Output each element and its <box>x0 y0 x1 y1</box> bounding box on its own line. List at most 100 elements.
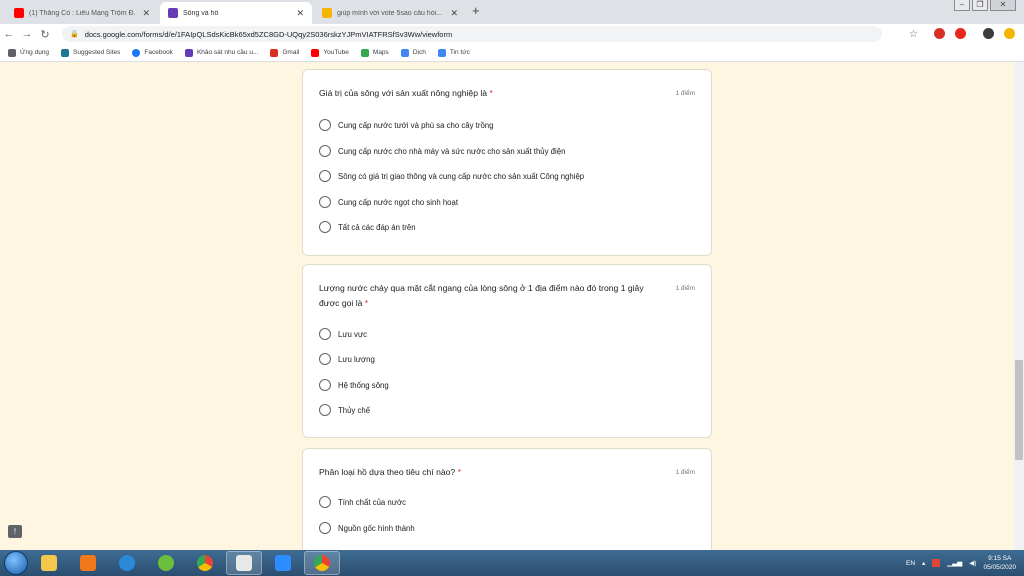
taskbar-coccoc[interactable] <box>148 551 184 575</box>
maps-icon <box>360 48 369 57</box>
bookmark-label: YouTube <box>323 49 349 56</box>
scrollbar-thumb[interactable] <box>1015 360 1023 460</box>
question-card: Lượng nước chảy qua mặt cắt ngang của lò… <box>302 264 712 438</box>
volume-icon[interactable]: ◀) <box>969 559 976 567</box>
radio-option[interactable]: Sông có giá trị giao thông và cung cấp n… <box>319 170 584 182</box>
close-icon[interactable]: ✕ <box>450 8 458 19</box>
radio-button[interactable] <box>319 170 331 182</box>
start-button[interactable] <box>4 551 28 575</box>
radio-option[interactable]: Cung cấp nước cho nhà máy và sức nước ch… <box>319 145 565 157</box>
browser-toolbar: ← → ↻ 🔒 docs.google.com/forms/d/e/1FAIpQ… <box>0 24 1024 44</box>
bookmark-star-icon[interactable]: ☆ <box>909 29 918 40</box>
youtube-icon <box>311 48 320 57</box>
radio-option[interactable]: Cung cấp nước tưới và phù sa cho cây trồ… <box>319 119 493 131</box>
bookmark-label: Tin tức <box>449 49 470 56</box>
points-label: 1 điểm <box>675 90 695 97</box>
url-text: docs.google.com/forms/d/e/1FAIpQLSdsKicB… <box>84 29 453 39</box>
close-icon[interactable]: ✕ <box>296 8 304 19</box>
forms-icon <box>168 8 178 18</box>
extension-opera-icon[interactable] <box>955 28 966 39</box>
restore-icon[interactable]: ❐ <box>972 0 988 11</box>
radio-button[interactable] <box>319 119 331 131</box>
radio-option[interactable]: Nguồn gốc hình thành <box>319 522 415 534</box>
bing-icon <box>61 48 70 57</box>
question-title: Lượng nước chảy qua mặt cắt ngang của lò… <box>319 281 664 311</box>
taskbar-media-player[interactable] <box>70 551 106 575</box>
bookmark-youtube[interactable]: YouTube <box>311 48 349 57</box>
scrollbar[interactable] <box>1014 62 1024 550</box>
network-icon[interactable]: ▁▃▅ <box>947 559 962 567</box>
radio-button[interactable] <box>319 522 331 534</box>
points-label: 1 điểm <box>675 469 695 476</box>
radio-button[interactable] <box>319 221 331 233</box>
taskbar: EN ▴ ▁▃▅ ◀) 9:15 SA 05/05/2020 <box>0 550 1024 576</box>
folder-icon <box>41 555 57 571</box>
taskbar-zoom[interactable] <box>265 551 301 575</box>
taskbar-chrome-active[interactable] <box>304 551 340 575</box>
chrome-icon <box>314 555 330 571</box>
option-label: Cung cấp nước cho nhà máy và sức nước ch… <box>338 146 566 156</box>
required-mark: * <box>457 467 461 477</box>
minimize-icon[interactable]: – <box>954 0 970 11</box>
bookmark-label: Maps <box>372 49 389 56</box>
taskbar-explorer[interactable] <box>31 551 67 575</box>
bookmark-suggested-sites[interactable]: Suggested Sites <box>61 48 120 57</box>
bookmark-label: Ứng dụng <box>20 49 50 56</box>
news-icon <box>437 48 446 57</box>
radio-button[interactable] <box>319 328 331 340</box>
radio-option[interactable]: Hệ thống sông <box>319 379 389 391</box>
radio-button[interactable] <box>319 404 331 416</box>
option-label: Cung cấp nước tưới và phù sa cho cây trồ… <box>338 120 494 130</box>
new-tab-button[interactable]: + <box>472 3 480 18</box>
radio-button[interactable] <box>319 196 331 208</box>
bookmark-apps[interactable]: Ứng dụng <box>8 48 50 57</box>
option-label: Lưu vực <box>338 329 368 339</box>
address-bar[interactable]: 🔒 docs.google.com/forms/d/e/1FAIpQLSdsKi… <box>62 26 882 42</box>
radio-option[interactable]: Cung cấp nước ngọt cho sinh hoạt <box>319 196 458 208</box>
tray-app-icon[interactable] <box>932 559 941 567</box>
tray-arrow-icon[interactable]: ▴ <box>922 559 925 567</box>
feedback-icon[interactable]: ! <box>8 525 22 538</box>
forward-icon[interactable]: → <box>18 28 36 40</box>
system-tray: EN ▴ ▁▃▅ ◀) 9:15 SA 05/05/2020 <box>906 550 1016 576</box>
option-label: Sông có giá trị giao thông và cung cấp n… <box>338 171 585 181</box>
radio-button[interactable] <box>319 379 331 391</box>
clock[interactable]: 9:15 SA 05/05/2020 <box>983 554 1016 572</box>
radio-button[interactable] <box>319 145 331 157</box>
bookmark-news[interactable]: Tin tức <box>437 48 470 57</box>
bookmark-translate[interactable]: Dịch <box>400 48 426 57</box>
radio-button[interactable] <box>319 353 331 365</box>
bookmark-maps[interactable]: Maps <box>360 48 389 57</box>
reload-icon[interactable]: ↻ <box>36 28 54 41</box>
radio-option[interactable]: Lưu vực <box>319 328 367 340</box>
tab-title: (1) Thằng Cò : Liêu Mạng Trộm Đ... <box>29 9 137 17</box>
radio-button[interactable] <box>319 496 331 508</box>
radio-option[interactable]: Thủy chế <box>319 404 370 416</box>
tab-bar: (1) Thằng Cò : Liêu Mạng Trộm Đ... ✕ Sôn… <box>0 0 1024 24</box>
radio-option[interactable]: Tính chất của nước <box>319 496 406 508</box>
window-close-icon[interactable]: ✕ <box>990 0 1016 11</box>
back-icon[interactable]: ← <box>0 28 18 40</box>
profile-avatar[interactable] <box>983 28 994 39</box>
extension-adblock-icon[interactable] <box>934 28 945 39</box>
question-card: Giá trị của sông với sản xuất nông nghiệ… <box>302 69 712 256</box>
language-indicator[interactable]: EN <box>906 560 915 567</box>
required-mark: * <box>364 298 369 308</box>
bookmark-facebook[interactable]: Facebook <box>132 48 173 57</box>
taskbar-notepad[interactable] <box>226 551 262 575</box>
radio-option[interactable]: Tất cả các đáp án trên <box>319 221 416 233</box>
taskbar-ie[interactable] <box>109 551 145 575</box>
tab-youtube[interactable]: (1) Thằng Cò : Liêu Mạng Trộm Đ... ✕ <box>6 2 158 24</box>
bookmarks-bar: Ứng dụng Suggested Sites Facebook Khảo s… <box>0 44 1024 62</box>
bookmark-khao-sat[interactable]: Khảo sát nhu cầu u... <box>184 48 258 57</box>
radio-option[interactable]: Lưu lượng <box>319 353 375 365</box>
taskbar-chrome[interactable] <box>187 551 223 575</box>
update-icon[interactable] <box>1004 28 1015 39</box>
tab-forms[interactable]: Sông và hồ ✕ <box>160 2 312 24</box>
tab-hoidap[interactable]: giúp mình với vote 5sao câu hỏi... ✕ <box>314 2 466 24</box>
close-icon[interactable]: ✕ <box>142 8 150 19</box>
notepad-icon <box>236 555 252 571</box>
bookmark-gmail[interactable]: Gmail <box>270 48 300 57</box>
hoidap-icon <box>322 8 332 18</box>
bookmark-label: Gmail <box>282 49 300 56</box>
